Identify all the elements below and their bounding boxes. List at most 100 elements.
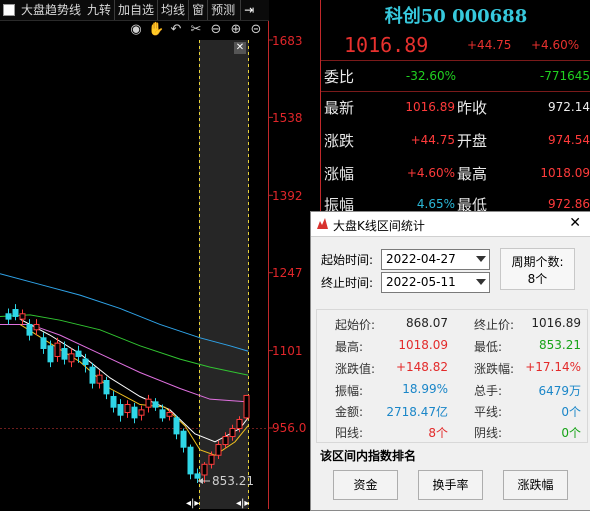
nine-turn-button[interactable]: 九转 [84,0,114,20]
hand-icon[interactable]: ✋ [148,22,164,38]
candle [194,473,201,479]
ma-line-button[interactable]: 均线 [157,0,188,20]
window-button[interactable]: 窗 [188,0,207,20]
row-label2: 最高 [457,165,488,183]
start-time-select[interactable]: 2022-04-27 [381,249,490,270]
dialog-title: 大盘K线区间统计 [333,219,425,233]
start-time-label: 起始时间: [321,253,374,267]
candle [152,401,159,408]
stat-value: 6479万 [538,384,581,398]
period-count-box: 周期个数: 8个 [500,248,575,290]
candle [82,358,89,365]
row-label2: 开盘 [457,132,488,150]
rank-by-turnover-button[interactable]: 换手率 [418,470,483,500]
stat-value: 18.99% [402,382,448,396]
divider [321,91,590,92]
candle [159,409,166,419]
zoom-out-icon[interactable]: ⊖ [208,22,224,38]
stat-label: 平线: [474,405,503,419]
eye-icon[interactable]: ◉ [128,22,144,38]
price-tick: 1247 [272,266,303,280]
row-label: 最新 [324,99,355,117]
candle [75,350,82,357]
add-watchlist-button[interactable]: 加自选 [114,0,157,20]
stat-value: +17.14% [525,360,581,374]
candle [26,323,33,336]
scissors-icon[interactable]: ✂ [188,22,204,38]
price-change-pct: +4.60% [531,38,580,52]
price-tick: 1683 [272,34,303,48]
quote-row-pct: 涨幅 +4.60% 最高 1018.09 [322,163,590,187]
quote-row-commission: 委比 -32.60% -771645 [322,66,590,90]
stat-label: 金额: [335,405,364,419]
end-time-value: 2022-05-11 [386,275,456,289]
price-tick: 1392 [272,189,303,203]
row-value2: 974.54 [548,133,590,147]
stat-value: 2718.47亿 [386,405,448,419]
end-time-label: 终止时间: [321,276,374,290]
row-value: +4.60% [406,166,455,180]
rank-by-capital-button[interactable]: 资金 [333,470,398,500]
stock-terminal: ◂|▸ ◂|▸ 853.21 大盘趋势线 九转 加自选 均线 窗 预测 ⇥ ◉ … [0,0,590,511]
stat-label: 总手: [474,384,503,398]
price-change: +44.75 [467,38,512,52]
stat-label: 涨跌值: [335,362,376,376]
dialog-titlebar[interactable]: 大盘K线区间统计 ✕ [311,212,590,237]
row-value2: 972.14 [548,100,590,114]
stat-label: 涨跌幅: [474,362,515,376]
stat-label: 终止价: [474,318,515,332]
quote-row-latest: 最新 1016.89 昨收 972.14 [322,97,590,121]
candle [173,417,180,435]
stat-value: 0个 [561,426,581,440]
zoom-in-icon[interactable]: ⊕ [228,22,244,38]
trend-checkbox[interactable] [3,4,15,16]
low-price-label: 853.21 [212,474,254,488]
stat-value: +148.82 [395,360,448,374]
stat-value: 8个 [428,426,448,440]
candle [145,398,152,408]
minus-circle-icon[interactable]: ⊝ [248,22,264,38]
row-label: 涨幅 [324,165,355,183]
kline-range-stats-dialog: 大盘K线区间统计 ✕ 起始时间: 2022-04-27 终止时间: 2022-0… [310,211,590,511]
index-title: 科创50 000688 [384,6,528,27]
candle [124,404,131,414]
stat-value: 1016.89 [531,316,581,330]
candle [117,404,124,416]
candle [243,394,250,419]
stat-value: 1018.09 [398,338,448,352]
close-range-icon[interactable]: ✕ [234,42,246,54]
quote-row-change: 涨跌 +44.75 开盘 974.54 [322,130,590,154]
rank-by-change-button[interactable]: 涨跌幅 [503,470,568,500]
row-label: 涨跌 [324,132,355,150]
candle [103,380,110,395]
app-logo-icon [317,218,328,229]
candle [40,337,47,349]
row-value2: 972.86 [548,197,590,211]
candle [236,418,243,430]
candle [68,353,75,363]
forecast-button[interactable]: 预测 [207,0,238,20]
end-time-select[interactable]: 2022-05-11 [381,272,490,293]
undo-icon[interactable]: ↶ [168,22,184,38]
start-time-value: 2022-04-27 [386,252,456,266]
row-value: 1016.89 [405,100,455,114]
chart-toolbar: ◉ ✋ ↶ ✂ ⊖ ⊕ ⊝ [128,22,264,38]
close-icon[interactable]: ✕ [569,215,581,231]
stat-label: 起始价: [335,318,376,332]
stat-value: 0个 [561,405,581,419]
chevron-down-icon [476,256,486,262]
collapse-panel-icon[interactable]: ⇥ [240,0,257,20]
candle [89,366,96,384]
candle [201,463,208,476]
row-value: -32.60% [405,69,456,83]
stat-value: 868.07 [406,316,448,330]
row-value2: -771645 [539,69,590,83]
stat-label: 最高: [335,340,364,354]
candle [47,345,54,363]
candle [166,412,173,417]
svg-text:◂|▸: ◂|▸ [186,498,199,509]
price-tick: 956.0 [272,421,307,435]
trend-line-toggle[interactable]: 大盘趋势线 [18,0,84,20]
stat-label: 阳线: [335,426,364,440]
candle [19,313,26,320]
